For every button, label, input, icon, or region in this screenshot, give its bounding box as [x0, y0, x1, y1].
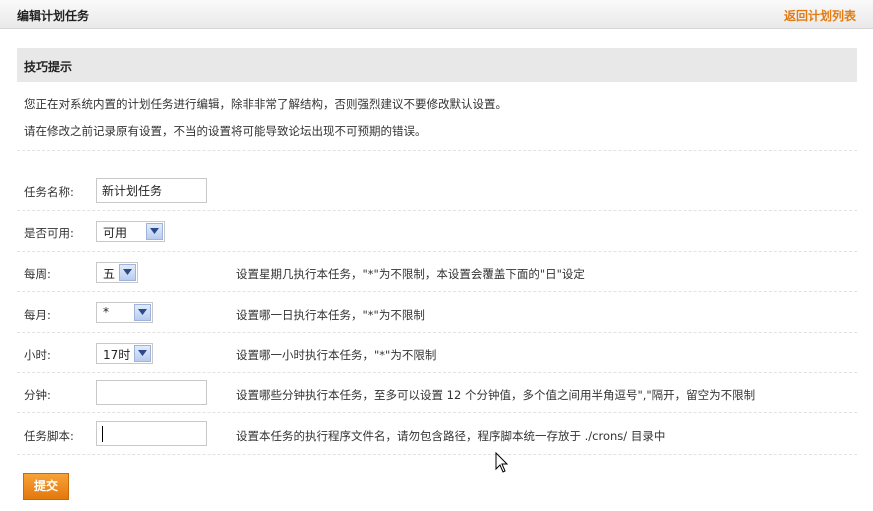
day-select-value: *: [103, 305, 109, 319]
minute-label: 分钟:: [24, 388, 51, 402]
chevron-down-icon[interactable]: [119, 264, 136, 281]
page-title: 编辑计划任务: [17, 9, 90, 23]
weekday-select[interactable]: 五: [96, 262, 138, 283]
chevron-down-icon[interactable]: [134, 304, 151, 321]
enabled-label: 是否可用:: [24, 226, 74, 240]
enabled-select[interactable]: 可用: [96, 221, 165, 242]
hour-select[interactable]: 17时: [96, 343, 153, 364]
day-select[interactable]: *: [96, 302, 153, 323]
divider: [17, 291, 857, 292]
script-input[interactable]: [96, 421, 207, 446]
tips-header: 技巧提示: [17, 48, 857, 82]
day-label: 每月:: [24, 308, 51, 322]
text-caret: [102, 426, 103, 442]
page-header: 编辑计划任务 返回计划列表: [0, 0, 873, 29]
divider: [17, 210, 857, 211]
task-name-label: 任务名称:: [24, 185, 74, 199]
weekday-select-value: 五: [103, 267, 116, 281]
tips-title: 技巧提示: [24, 60, 73, 74]
day-hint: 设置哪一日执行本任务，"*"为不限制: [236, 308, 425, 322]
divider: [17, 332, 857, 333]
script-hint: 设置本任务的执行程序文件名，请勿包含路径，程序脚本统一存放于 ./crons/ …: [236, 429, 666, 443]
divider: [17, 454, 857, 455]
divider: [17, 412, 857, 413]
enabled-select-value: 可用: [103, 226, 128, 240]
divider: [17, 251, 857, 252]
task-name-input[interactable]: [96, 178, 207, 203]
back-to-list-link[interactable]: 返回计划列表: [784, 7, 856, 24]
divider: [17, 150, 857, 151]
chevron-down-icon[interactable]: [134, 345, 151, 362]
divider: [17, 372, 857, 373]
hour-hint: 设置哪一小时执行本任务，"*"为不限制: [236, 348, 437, 362]
mouse-cursor-icon: [495, 452, 509, 473]
tip-line-2: 请在修改之前记录原有设置，不当的设置将可能导致论坛出现不可预期的错误。: [24, 124, 427, 138]
weekday-label: 每周:: [24, 267, 51, 281]
minute-hint: 设置哪些分钟执行本任务，至多可以设置 12 个分钟值，多个值之间用半角逗号","…: [236, 388, 756, 402]
submit-button[interactable]: 提交: [23, 473, 69, 500]
weekday-hint: 设置星期几执行本任务，"*"为不限制，本设置会覆盖下面的"日"设定: [236, 267, 585, 281]
script-label: 任务脚本:: [24, 429, 74, 443]
hour-label: 小时:: [24, 348, 51, 362]
hour-select-value: 17时: [103, 348, 131, 362]
minute-input[interactable]: [96, 380, 207, 405]
chevron-down-icon[interactable]: [146, 223, 163, 240]
tip-line-1: 您正在对系统内置的计划任务进行编辑，除非非常了解结构，否则强烈建议不要修改默认设…: [24, 97, 507, 111]
